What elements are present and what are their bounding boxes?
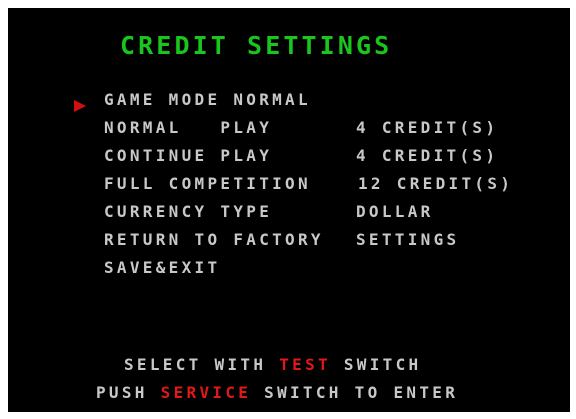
menu-item-value: SETTINGS (356, 230, 460, 249)
page-title: CREDIT SETTINGS (120, 31, 393, 60)
menu-item-label: CONTINUE PLAY (104, 146, 273, 165)
footer-text: SELECT WITH (124, 355, 280, 374)
menu-item-label: CURRENCY TYPE (104, 202, 273, 221)
menu-item-value: DOLLAR (356, 202, 434, 221)
menu-item-label: RETURN TO FACTORY (104, 230, 324, 249)
service-switch-label: SERVICE (160, 383, 252, 402)
menu-item-value: 4 CREDIT(S) (356, 118, 499, 137)
footer-text: SWITCH TO ENTER (251, 383, 459, 402)
menu-item-value: 12 CREDIT(S) (358, 174, 514, 193)
menu-item-value: 4 CREDIT(S) (356, 146, 499, 165)
game-screen: CREDIT SETTINGS GAME MODE NORMAL NORMAL … (8, 8, 570, 412)
menu-item-save-exit[interactable]: SAVE&EXIT (104, 258, 217, 318)
selection-cursor-icon (74, 100, 86, 112)
footer-text: SWITCH (330, 355, 422, 374)
test-switch-label: TEST (279, 355, 331, 374)
menu-item-label: GAME MODE NORMAL (104, 90, 311, 109)
menu-item-label: SAVE&EXIT (104, 258, 221, 277)
menu-item-label: FULL COMPETITION (104, 174, 311, 193)
footer-instruction-select: SELECT WITH TEST SWITCH (124, 355, 421, 375)
menu-item-label: NORMAL PLAY (104, 118, 273, 137)
footer-text: PUSH (96, 383, 161, 402)
footer-instruction-push: PUSH SERVICE SWITCH TO ENTER (96, 383, 458, 403)
